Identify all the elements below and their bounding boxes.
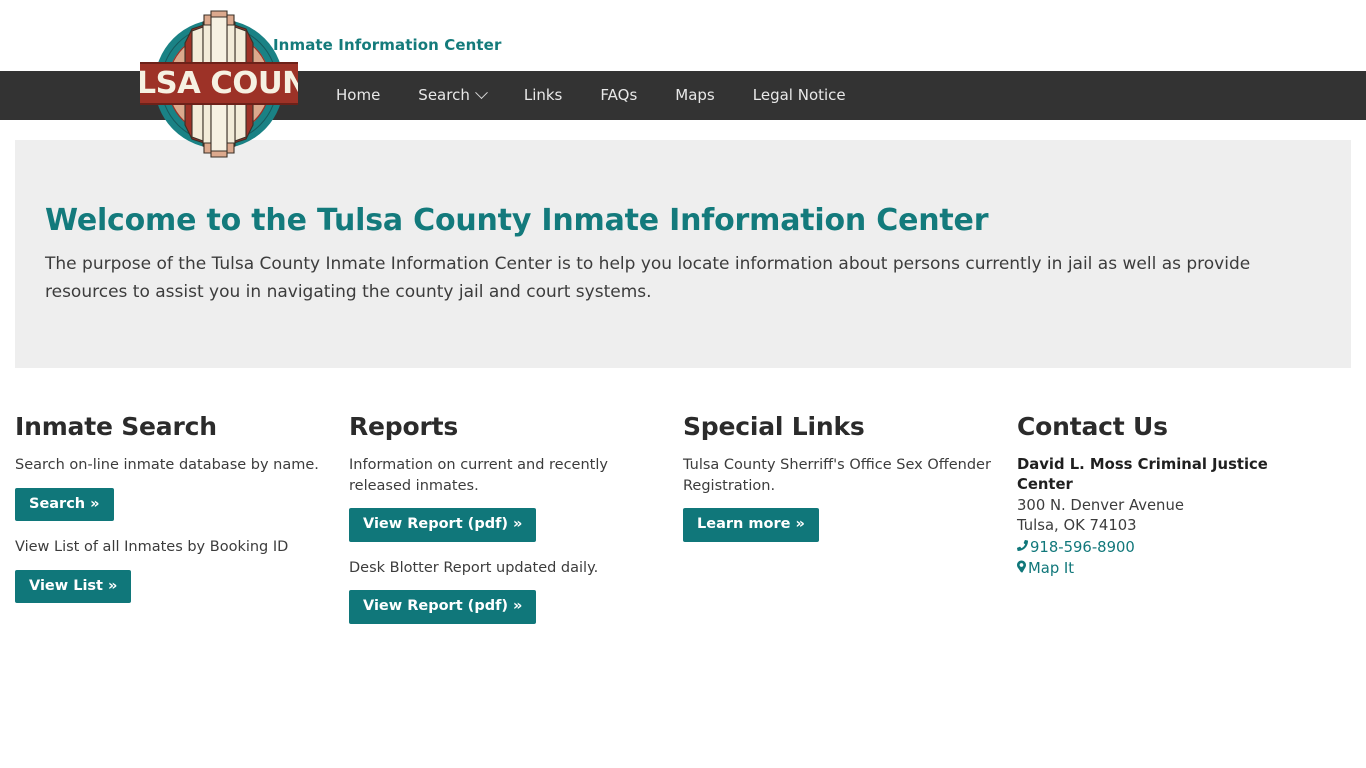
map-marker-icon — [1017, 559, 1026, 579]
column-heading-special-links: Special Links — [683, 412, 865, 441]
nav-item-legal-notice[interactable]: Legal Notice — [734, 71, 865, 120]
main-navigation-bar: Home Search Links FAQs Maps Legal Notice — [0, 71, 1366, 120]
reports-description-1: Information on current and recently rele… — [349, 457, 608, 494]
learn-more-button[interactable]: Learn more » — [683, 508, 819, 542]
column-heading-inmate-search: Inmate Search — [15, 412, 217, 441]
nav-item-label: Search — [418, 86, 470, 104]
nav-item-label: Legal Notice — [752, 86, 846, 104]
column-heading-reports: Reports — [349, 412, 459, 441]
inmate-search-description: Search on-line inmate database by name. — [15, 457, 319, 473]
special-links-description: Tulsa County Sherriff's Office Sex Offen… — [683, 457, 991, 494]
nav-item-label: Home — [336, 86, 381, 104]
view-list-button[interactable]: View List » — [15, 569, 132, 604]
column-heading-contact-us: Contact Us — [1017, 412, 1168, 441]
contact-street-address: 300 N. Denver Avenue — [1017, 496, 1184, 514]
column-inmate-search: Inmate Search Search on-line inmate data… — [15, 412, 349, 640]
nav-item-label: Maps — [675, 86, 715, 104]
nav-item-faqs[interactable]: FAQs — [581, 71, 656, 120]
contact-city-state-zip: Tulsa, OK 74103 — [1017, 517, 1137, 535]
chevron-down-icon — [474, 86, 488, 100]
contact-phone-number: 918-596-8900 — [1030, 538, 1135, 556]
contact-facility-name: David L. Moss Criminal Justice Center — [1017, 456, 1268, 494]
contact-map-row: Map It — [1017, 558, 1325, 579]
search-button[interactable]: Search » — [15, 487, 114, 522]
nav-item-maps[interactable]: Maps — [656, 71, 733, 120]
nav-item-label: Links — [523, 86, 563, 104]
view-report-button-1[interactable]: View Report (pdf) » — [349, 508, 537, 542]
nav-list: Home Search Links FAQs Maps Legal Notice — [336, 71, 865, 120]
map-it-label: Map It — [1028, 560, 1075, 578]
column-reports: Reports Information on current and recen… — [349, 412, 683, 640]
column-special-links: Special Links Tulsa County Sherriff's Of… — [683, 412, 1017, 640]
nav-item-label: FAQs — [600, 86, 638, 104]
site-title: Inmate Information Center — [273, 36, 502, 54]
view-report-button-2[interactable]: View Report (pdf) » — [349, 590, 537, 624]
nav-item-links[interactable]: Links — [505, 71, 582, 120]
hero-panel: Welcome to the Tulsa County Inmate Infor… — [15, 140, 1351, 368]
map-it-link[interactable]: Map It — [1017, 559, 1074, 579]
phone-icon — [1017, 538, 1028, 558]
contact-phone-row: 918-596-8900 — [1017, 537, 1325, 558]
view-list-description: View List of all Inmates by Booking ID — [15, 539, 289, 556]
hero-description: The purpose of the Tulsa County Inmate I… — [45, 254, 1251, 302]
nav-item-home[interactable]: Home — [336, 71, 399, 120]
hero-wrapper: Welcome to the Tulsa County Inmate Infor… — [0, 120, 1366, 368]
content-columns: Inmate Search Search on-line inmate data… — [0, 368, 1366, 640]
reports-description-2: Desk Blotter Report updated daily. — [349, 559, 599, 576]
contact-phone-link[interactable]: 918-596-8900 — [1017, 538, 1135, 558]
top-header-bar: Inmate Information Center — [0, 0, 1366, 71]
nav-item-search[interactable]: Search — [399, 71, 505, 120]
column-contact-us: Contact Us David L. Moss Criminal Justic… — [1017, 412, 1351, 640]
page-title: Welcome to the Tulsa County Inmate Infor… — [45, 203, 989, 238]
